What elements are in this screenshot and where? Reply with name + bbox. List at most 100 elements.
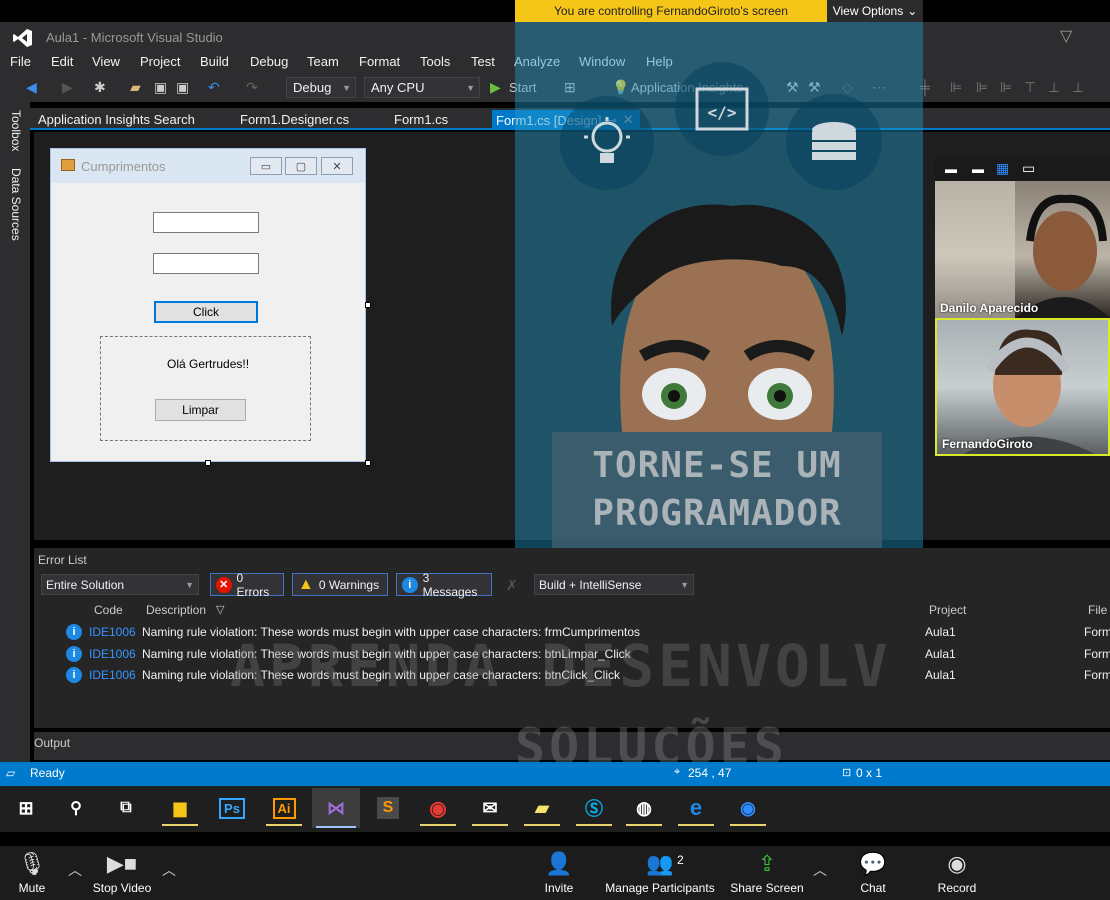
- minimize-icon[interactable]: ▭: [250, 157, 282, 175]
- row-code[interactable]: IDE1006: [89, 647, 136, 661]
- fullscreen-icon[interactable]: ▭: [1022, 160, 1035, 177]
- scope-dropdown[interactable]: Entire Solution ▼: [41, 574, 199, 595]
- resize-handle[interactable]: [365, 302, 371, 308]
- align-top-icon[interactable]: ⊤: [1024, 79, 1036, 96]
- maximize-icon[interactable]: ▢: [285, 157, 317, 175]
- column-description[interactable]: Description: [146, 603, 206, 617]
- invite-button[interactable]: 👤 Invite: [514, 852, 604, 896]
- menu-build[interactable]: Build: [200, 54, 229, 69]
- align-bottom-icon[interactable]: ⊥: [1072, 79, 1084, 96]
- single-view-icon[interactable]: ▬: [972, 162, 984, 176]
- greeting-panel[interactable]: [100, 336, 311, 441]
- file-explorer-icon[interactable]: ▆: [158, 790, 202, 826]
- errors-filter-button[interactable]: ✕ 0 Errors: [210, 571, 284, 599]
- menu-edit[interactable]: Edit: [51, 54, 73, 69]
- tab-form1-designer-cs[interactable]: Form1.Designer.cs: [240, 112, 349, 127]
- coins-icon: [786, 94, 882, 190]
- info-icon: i: [66, 624, 82, 640]
- share-screen-button[interactable]: ⇪ Share Screen: [722, 852, 812, 896]
- open-folder-icon[interactable]: ▰: [130, 79, 141, 96]
- output-tab[interactable]: Output: [34, 736, 70, 750]
- chrome-icon[interactable]: ◉: [416, 790, 460, 826]
- runner-app-icon[interactable]: ◍: [622, 790, 666, 826]
- align-right-icon[interactable]: ⊫: [1000, 79, 1012, 96]
- promo-line-1: TORNE-SE UM: [592, 445, 842, 486]
- filter-icon[interactable]: ▽: [1060, 26, 1072, 46]
- resize-handle[interactable]: [365, 460, 371, 466]
- forward-icon[interactable]: ▶: [62, 79, 73, 96]
- menu-project[interactable]: Project: [140, 54, 180, 69]
- photoshop-icon[interactable]: Ps: [210, 790, 254, 826]
- windows-start-icon[interactable]: ⊞: [4, 790, 48, 826]
- messages-filter-button[interactable]: i 3 Messages: [396, 571, 492, 599]
- new-project-icon[interactable]: ✱: [94, 79, 106, 96]
- save-all-icon[interactable]: ▣: [176, 79, 189, 96]
- video-tile-fernando[interactable]: FernandoGiroto: [935, 318, 1110, 456]
- toolbox-tab[interactable]: Toolbox: [9, 110, 23, 151]
- edge-icon[interactable]: e: [674, 790, 718, 826]
- clear-filter-icon[interactable]: ✗: [506, 577, 518, 594]
- tab-form1-cs[interactable]: Form1.cs: [394, 112, 448, 127]
- record-button[interactable]: ◉ Record: [912, 852, 1002, 896]
- column-project[interactable]: Project: [929, 603, 966, 617]
- menu-file[interactable]: File: [10, 54, 31, 69]
- minimize-icon[interactable]: ▬: [945, 162, 957, 176]
- mail-icon[interactable]: ✉: [468, 790, 512, 826]
- sort-down-icon: ▽: [216, 604, 225, 616]
- column-file[interactable]: File: [1088, 603, 1107, 617]
- status-window-icon: ▱: [6, 766, 16, 780]
- config-dropdown[interactable]: Debug ▼: [286, 77, 356, 98]
- row-project: Aula1: [925, 668, 956, 682]
- name-input[interactable]: [153, 212, 259, 233]
- save-icon[interactable]: ▣: [154, 79, 167, 96]
- gallery-view-icon[interactable]: ▦: [996, 160, 1009, 177]
- chat-button[interactable]: 💬 Chat: [828, 852, 918, 896]
- row-code[interactable]: IDE1006: [89, 668, 136, 682]
- chevron-up-icon[interactable]: ︿: [813, 860, 827, 880]
- tab-application-insights-search[interactable]: Application Insights Search: [38, 112, 195, 127]
- second-input[interactable]: [153, 253, 259, 274]
- undo-icon[interactable]: ↶: [208, 79, 220, 96]
- start-icon[interactable]: ▶: [490, 79, 501, 96]
- warnings-filter-button[interactable]: ▲ 0 Warnings: [292, 573, 388, 596]
- task-view-icon[interactable]: ⧉: [104, 790, 148, 826]
- svg-text:</>: </>: [708, 103, 737, 122]
- visual-studio-icon[interactable]: ⋈: [312, 788, 360, 828]
- info-icon: i: [66, 667, 82, 683]
- video-tile-danilo[interactable]: Danilo Aparecido: [935, 181, 1110, 318]
- redo-icon[interactable]: ↷: [246, 79, 258, 96]
- column-code[interactable]: Code: [94, 603, 123, 617]
- skype-icon[interactable]: Ⓢ: [572, 790, 616, 826]
- menu-view[interactable]: View: [92, 54, 120, 69]
- window-title: Aula1 - Microsoft Visual Studio: [46, 30, 223, 45]
- menu-team[interactable]: Team: [307, 54, 339, 69]
- illustrator-icon[interactable]: Ai: [262, 790, 306, 826]
- sublime-text-icon[interactable]: S: [366, 790, 410, 826]
- align-middle-icon[interactable]: ⊥: [1048, 79, 1060, 96]
- close-icon[interactable]: ✕: [321, 157, 353, 175]
- zoom-app-icon[interactable]: ◉: [726, 790, 770, 826]
- view-options-button[interactable]: View Options ⌄: [827, 0, 923, 22]
- menu-test[interactable]: Test: [471, 54, 495, 69]
- clear-button[interactable]: Limpar: [155, 399, 246, 421]
- mute-button[interactable]: 🎙 Mute: [0, 852, 77, 896]
- menu-debug[interactable]: Debug: [250, 54, 288, 69]
- resize-handle[interactable]: [205, 460, 211, 466]
- menu-format[interactable]: Format: [359, 54, 400, 69]
- align-center-icon[interactable]: ⊫: [976, 79, 988, 96]
- menu-tools[interactable]: Tools: [420, 54, 450, 69]
- sticky-notes-icon[interactable]: ▰: [520, 790, 564, 826]
- row-code[interactable]: IDE1006: [89, 625, 136, 639]
- manage-participants-button[interactable]: 👥 Manage Participants: [600, 852, 720, 896]
- participant-name: FernandoGiroto: [942, 437, 1033, 451]
- search-icon[interactable]: ⚲: [54, 790, 98, 826]
- build-intellisense-dropdown[interactable]: Build + IntelliSense ▼: [534, 574, 694, 595]
- align-left-icon[interactable]: ⊫: [950, 79, 962, 96]
- stop-video-button[interactable]: ▶■ Stop Video: [77, 852, 167, 896]
- chevron-up-icon[interactable]: ︿: [162, 860, 176, 880]
- platform-dropdown[interactable]: Any CPU ▼: [364, 77, 480, 98]
- click-button[interactable]: Click: [154, 301, 258, 323]
- data-sources-tab[interactable]: Data Sources: [9, 168, 23, 241]
- back-icon[interactable]: ◀: [26, 79, 37, 96]
- form-icon: [61, 159, 75, 171]
